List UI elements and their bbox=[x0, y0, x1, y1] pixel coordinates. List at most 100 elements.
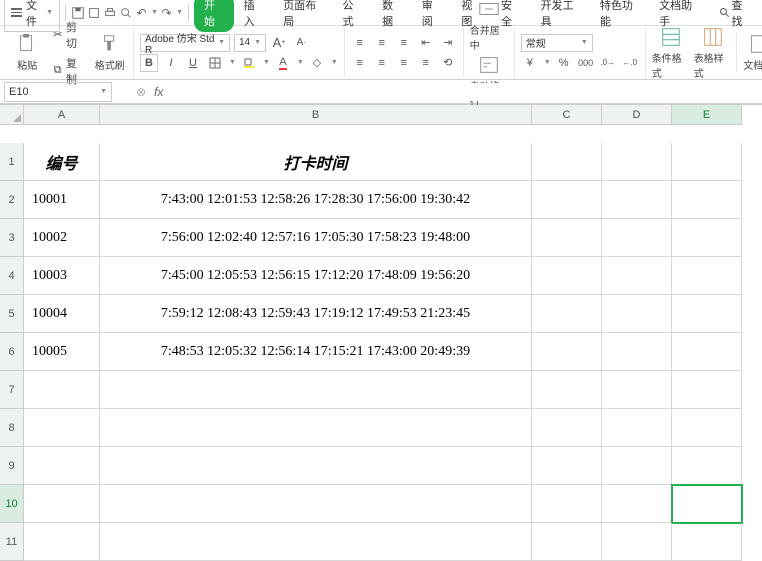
tab-数据[interactable]: 数据 bbox=[372, 0, 412, 32]
col-header-A[interactable]: A bbox=[24, 105, 100, 125]
cell-B5[interactable]: 7:59:12 12:08:43 12:59:43 17:19:12 17:49… bbox=[100, 295, 532, 333]
cell-D2[interactable] bbox=[602, 181, 672, 219]
cancel-icon[interactable]: ⊗ bbox=[136, 85, 146, 99]
cell-E6[interactable] bbox=[672, 333, 742, 371]
cell-D11[interactable] bbox=[602, 523, 672, 561]
cell-D4[interactable] bbox=[602, 257, 672, 295]
increase-indent-button[interactable]: ⇥ bbox=[439, 34, 457, 52]
cell-E1[interactable] bbox=[672, 143, 742, 181]
cell-D9[interactable] bbox=[602, 447, 672, 485]
italic-button[interactable]: I bbox=[162, 54, 180, 72]
cell-B10[interactable] bbox=[100, 485, 532, 523]
tab-特色功能[interactable]: 特色功能 bbox=[590, 0, 649, 32]
row-header-6[interactable]: 6 bbox=[0, 333, 24, 371]
cell-A9[interactable] bbox=[24, 447, 100, 485]
select-all-corner[interactable] bbox=[0, 105, 24, 125]
font-color-button[interactable]: A bbox=[274, 54, 292, 72]
cell-C7[interactable] bbox=[532, 371, 602, 409]
tab-插入[interactable]: 插入 bbox=[234, 0, 274, 32]
cell-C6[interactable] bbox=[532, 333, 602, 371]
bold-button[interactable]: B bbox=[140, 54, 158, 72]
cell-A11[interactable] bbox=[24, 523, 100, 561]
row-header-11[interactable]: 11 bbox=[0, 523, 24, 561]
justify-button[interactable]: ≡ bbox=[417, 54, 435, 72]
cell-D6[interactable] bbox=[602, 333, 672, 371]
cell-D1[interactable] bbox=[602, 143, 672, 181]
row-header-4[interactable]: 4 bbox=[0, 257, 24, 295]
percent-button[interactable]: % bbox=[555, 54, 573, 72]
search-button[interactable]: 查找 bbox=[712, 0, 758, 31]
increase-font-button[interactable]: A+ bbox=[270, 34, 288, 52]
cell-C8[interactable] bbox=[532, 409, 602, 447]
chevron-down-icon[interactable]: ▼ bbox=[297, 59, 304, 66]
tab-开发工具[interactable]: 开发工具 bbox=[531, 0, 590, 32]
row-header-8[interactable]: 8 bbox=[0, 409, 24, 447]
row-header-1[interactable]: 1 bbox=[0, 143, 24, 181]
cell-A5[interactable]: 10004 bbox=[24, 295, 100, 333]
chevron-down-icon[interactable]: ▼ bbox=[229, 59, 236, 66]
align-bottom-button[interactable]: ≡ bbox=[395, 34, 413, 52]
cell-B2[interactable]: 7:43:00 12:01:53 12:58:26 17:28:30 17:56… bbox=[100, 181, 532, 219]
underline-button[interactable]: U bbox=[184, 54, 202, 72]
cell-A8[interactable] bbox=[24, 409, 100, 447]
currency-button[interactable]: ¥ bbox=[521, 54, 539, 72]
cell-D7[interactable] bbox=[602, 371, 672, 409]
cell-E8[interactable] bbox=[672, 409, 742, 447]
col-header-E[interactable]: E bbox=[672, 105, 742, 125]
paste-button[interactable]: 粘贴 bbox=[10, 33, 45, 72]
number-format-select[interactable]: 常规▼ bbox=[521, 34, 593, 52]
tab-公式[interactable]: 公式 bbox=[332, 0, 372, 32]
row-header-5[interactable]: 5 bbox=[0, 295, 24, 333]
cell-E2[interactable] bbox=[672, 181, 742, 219]
cell-D8[interactable] bbox=[602, 409, 672, 447]
table-style-button[interactable]: 表格样式 bbox=[694, 26, 732, 80]
chevron-down-icon[interactable]: ▼ bbox=[331, 59, 338, 66]
cell-D5[interactable] bbox=[602, 295, 672, 333]
formula-input[interactable] bbox=[171, 83, 762, 101]
cell-A7[interactable] bbox=[24, 371, 100, 409]
chevron-down-icon[interactable]: ▼ bbox=[176, 9, 183, 16]
cell-B11[interactable] bbox=[100, 523, 532, 561]
align-top-button[interactable]: ≡ bbox=[351, 34, 369, 52]
undo-icon[interactable]: ↶ bbox=[135, 6, 148, 20]
cell-A3[interactable]: 10002 bbox=[24, 219, 100, 257]
row-header-3[interactable]: 3 bbox=[0, 219, 24, 257]
font-name-select[interactable]: Adobe 仿宋 Std R▼ bbox=[140, 34, 230, 52]
doc-assist-button[interactable]: 文档助 bbox=[736, 33, 762, 72]
cell-A2[interactable]: 10001 bbox=[24, 181, 100, 219]
cell-B9[interactable] bbox=[100, 447, 532, 485]
border-button[interactable] bbox=[206, 54, 224, 72]
cell-C5[interactable] bbox=[532, 295, 602, 333]
cell-A6[interactable]: 10005 bbox=[24, 333, 100, 371]
tab-审阅[interactable]: 审阅 bbox=[412, 0, 452, 32]
cell-E9[interactable] bbox=[672, 447, 742, 485]
font-size-select[interactable]: 14▼ bbox=[234, 34, 266, 52]
tab-页面布局[interactable]: 页面布局 bbox=[273, 0, 332, 32]
cell-B4[interactable]: 7:45:00 12:05:53 12:56:15 17:12:20 17:48… bbox=[100, 257, 532, 295]
cell-B8[interactable] bbox=[100, 409, 532, 447]
clear-format-button[interactable]: ◇ bbox=[308, 54, 326, 72]
row-header-2[interactable]: 2 bbox=[0, 181, 24, 219]
orientation-button[interactable]: ⟲ bbox=[439, 54, 457, 72]
increase-decimal-button[interactable]: .0→ bbox=[599, 54, 617, 72]
col-header-C[interactable]: C bbox=[532, 105, 602, 125]
cell-A1[interactable]: 编号 bbox=[24, 143, 100, 181]
row-header-9[interactable]: 9 bbox=[0, 447, 24, 485]
cond-format-button[interactable]: 条件格式 bbox=[652, 26, 690, 80]
cell-A10[interactable] bbox=[24, 485, 100, 523]
cell-E3[interactable] bbox=[672, 219, 742, 257]
decrease-indent-button[interactable]: ⇤ bbox=[417, 34, 435, 52]
name-box[interactable]: E10 ▼ bbox=[4, 82, 112, 102]
cell-E5[interactable] bbox=[672, 295, 742, 333]
cell-E7[interactable] bbox=[672, 371, 742, 409]
cell-C4[interactable] bbox=[532, 257, 602, 295]
cell-E4[interactable] bbox=[672, 257, 742, 295]
fill-color-button[interactable] bbox=[240, 54, 258, 72]
col-header-B[interactable]: B bbox=[100, 105, 532, 125]
cell-B3[interactable]: 7:56:00 12:02:40 12:57:16 17:05:30 17:58… bbox=[100, 219, 532, 257]
cell-C3[interactable] bbox=[532, 219, 602, 257]
cell-B7[interactable] bbox=[100, 371, 532, 409]
merge-center-button[interactable]: 合并居中 bbox=[470, 0, 508, 52]
decrease-font-button[interactable]: A- bbox=[292, 34, 310, 52]
cell-D3[interactable] bbox=[602, 219, 672, 257]
